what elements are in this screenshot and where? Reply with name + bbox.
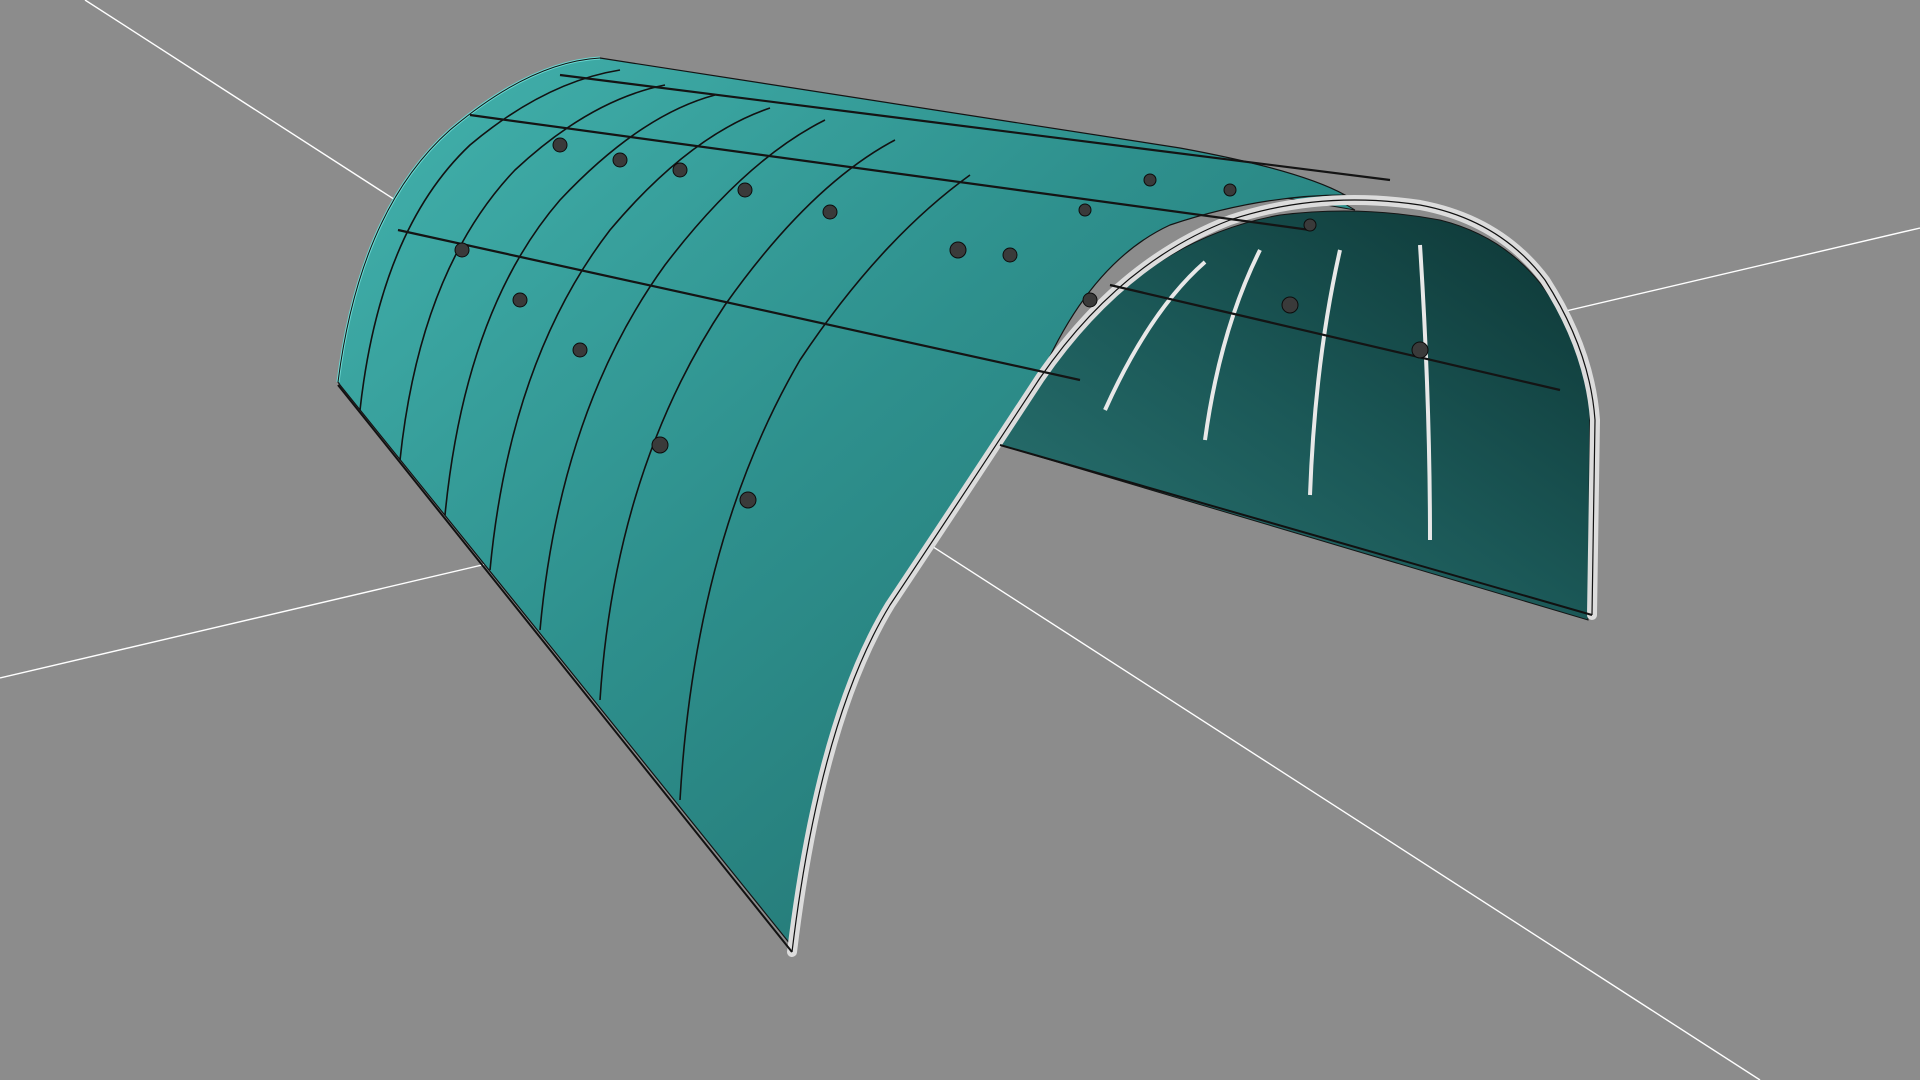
- tunnel-outer-skin: [337, 57, 1348, 952]
- 3d-viewport[interactable]: [0, 0, 1920, 1080]
- tunnel-shell[interactable]: [336, 56, 1601, 957]
- viewport-canvas[interactable]: [0, 0, 1920, 1080]
